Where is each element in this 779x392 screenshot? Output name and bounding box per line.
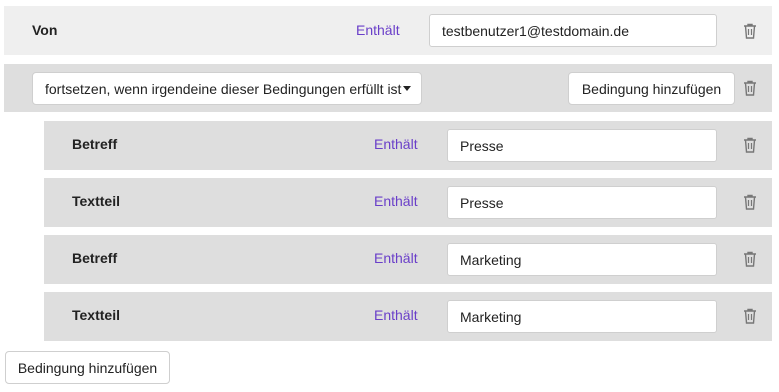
caret-down-icon [403, 86, 411, 91]
condition-field-label: Von [32, 22, 58, 38]
condition-value-input[interactable]: testbenutzer1@testdomain.de [429, 14, 717, 47]
condition-operator[interactable]: Enthält [374, 136, 418, 152]
trash-icon[interactable] [743, 194, 757, 210]
group-mode-select-value: fortsetzen, wenn irgendeine dieser Bedin… [45, 80, 402, 97]
trash-icon[interactable] [743, 251, 757, 267]
condition-field-label: Betreff [72, 250, 118, 266]
condition-operator[interactable]: Enthält [374, 250, 418, 266]
condition-operator[interactable]: Enthält [374, 307, 418, 323]
group-mode-select[interactable]: fortsetzen, wenn irgendeine dieser Bedin… [32, 72, 422, 105]
group-add-condition-button[interactable]: Bedingung hinzufügen [568, 72, 735, 105]
condition-value-input[interactable]: Marketing [447, 300, 717, 333]
condition-operator[interactable]: Enthält [374, 193, 418, 209]
condition-value-input[interactable]: Presse [447, 186, 717, 219]
condition-field-label: Textteil [72, 193, 120, 209]
trash-icon[interactable] [743, 308, 757, 324]
condition-field-label: Betreff [72, 136, 118, 152]
trash-icon[interactable] [743, 137, 757, 153]
condition-field-label: Textteil [72, 307, 120, 323]
trash-icon[interactable] [743, 23, 757, 39]
condition-operator[interactable]: Enthält [356, 22, 400, 38]
add-condition-button[interactable]: Bedingung hinzufügen [5, 351, 170, 384]
trash-icon[interactable] [743, 80, 757, 96]
condition-value-input[interactable]: Presse [447, 129, 717, 162]
condition-value-input[interactable]: Marketing [447, 243, 717, 276]
